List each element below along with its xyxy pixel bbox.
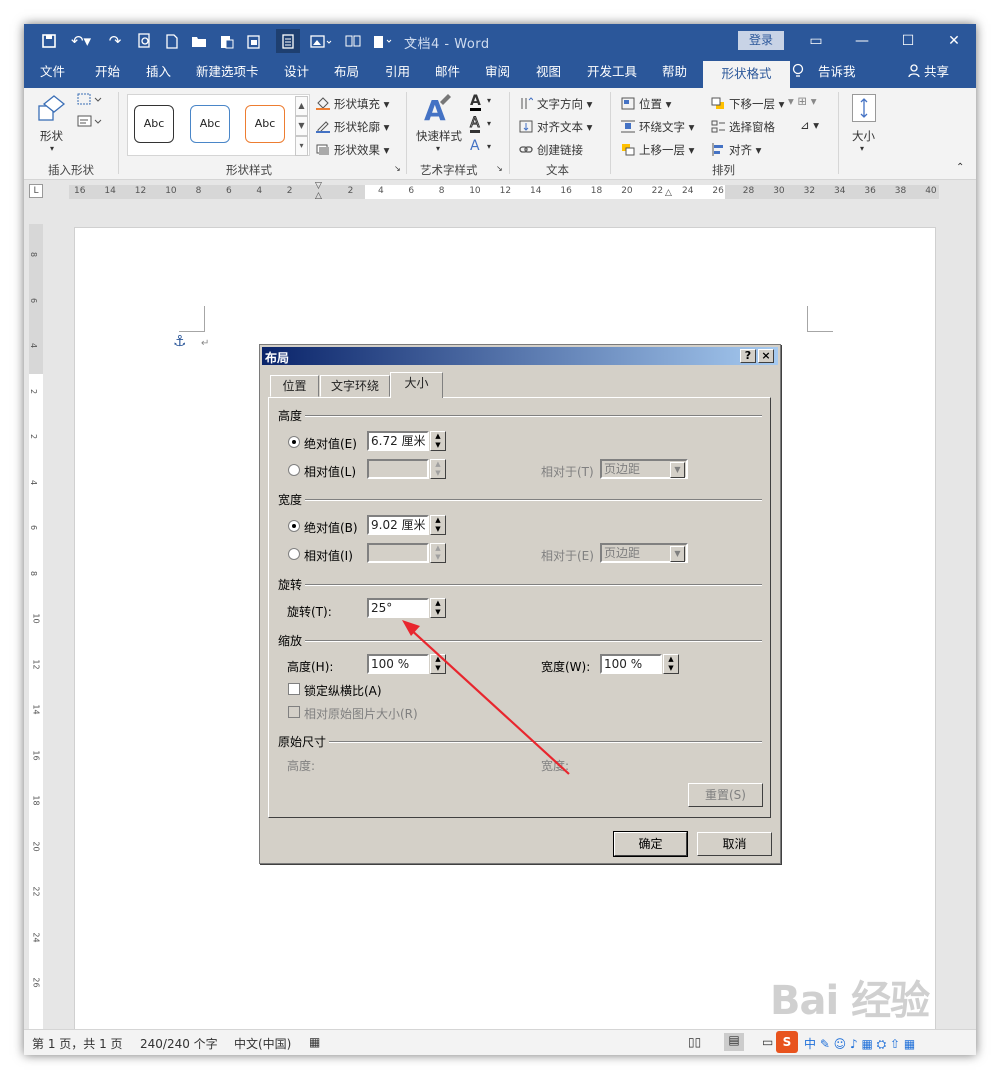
baidu-watermark: Bai 经验 [770,978,930,1024]
tab-size[interactable]: 大小 [390,372,443,398]
word-window: ↶▾ ↷ ⩡ 文档4 - Word 登录 ▭ — ☐ ✕ 文件 开始 插入 新建… [24,24,976,1055]
annotation-arrow [402,620,570,775]
